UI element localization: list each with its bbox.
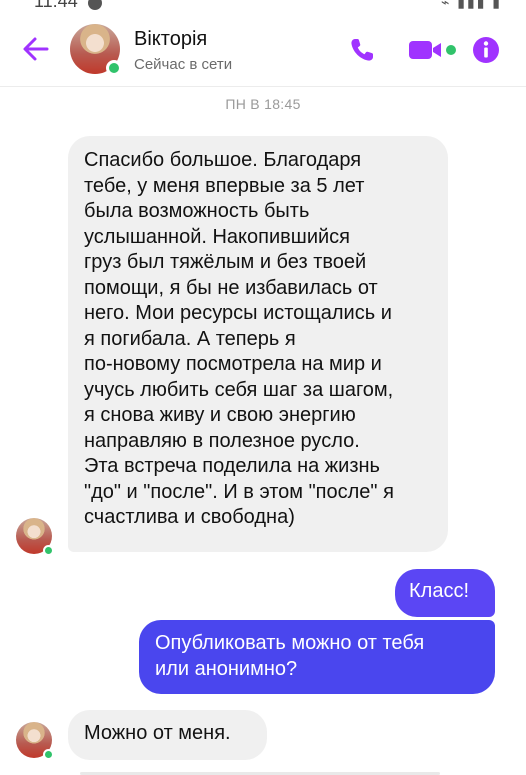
message-line: услышанной. Накопившийся: [84, 225, 350, 248]
sender-avatar[interactable]: [16, 722, 54, 760]
phone-icon: [351, 39, 373, 61]
message-line: я снова живу и свою энергию: [84, 404, 356, 426]
contact-name[interactable]: Вікторія: [134, 28, 207, 51]
message-line: груз был тяжёлым и без твоей: [84, 251, 367, 273]
call-button[interactable]: [348, 36, 376, 64]
incoming-message[interactable]: Можно от меня.: [68, 710, 267, 760]
notification-icon: [88, 0, 102, 10]
info-button[interactable]: [472, 36, 500, 64]
status-time: 11:44: [34, 0, 78, 11]
messenger-chat-screen: 11:44 ⌁ ▮▮▮ ▮ Вікторія Сейчас в сети ПН …: [0, 0, 526, 775]
online-indicator: [43, 545, 54, 556]
message-line: тебе, у меня впервые за 5 лет: [84, 174, 365, 197]
online-indicator: [43, 749, 54, 760]
message-line: направляю в полезное русло.: [84, 429, 360, 452]
message-line: я погибала. А теперь я: [84, 327, 296, 350]
incoming-message[interactable]: Спасибо большое. Благодаря тебе, у меня …: [68, 136, 448, 552]
date-separator: ПН В 18:45: [225, 96, 301, 112]
message-line: помощи, я бы не избавилась от: [84, 276, 378, 299]
back-button[interactable]: [22, 35, 50, 63]
chat-header: Вікторія Сейчас в сети: [0, 12, 526, 87]
message-line: него. Мои ресурсы истощались и: [84, 302, 392, 324]
message-line: или анонимно?: [155, 657, 298, 680]
outgoing-message[interactable]: Класс!: [395, 569, 495, 617]
message-line: по-новому посмотрела на мир и: [84, 353, 382, 375]
signal-icon: ⌁ ▮▮▮ ▮: [440, 0, 502, 10]
message-line: учусь любить себя шаг за шагом,: [84, 378, 394, 401]
info-icon: [473, 37, 499, 63]
message-line: счастлива и свободна): [84, 506, 295, 528]
video-camera-icon: [409, 41, 456, 59]
online-indicator: [106, 60, 122, 76]
message-text: Класс!: [409, 580, 469, 602]
outgoing-message[interactable]: Опубликовать можно от тебя или анонимно?: [139, 620, 495, 694]
contact-status: Сейчас в сети: [134, 56, 233, 73]
contact-avatar[interactable]: [70, 24, 122, 76]
video-call-button[interactable]: [408, 37, 460, 63]
message-line: была возможность быть: [84, 200, 310, 222]
message-text: Можно от меня.: [84, 722, 231, 744]
message-line: "до" и "после". И в этом "после" я: [84, 480, 394, 503]
status-bar: 11:44 ⌁ ▮▮▮ ▮: [0, 0, 526, 12]
back-arrow-icon: [23, 37, 49, 61]
sender-avatar[interactable]: [16, 518, 54, 556]
message-line: Спасибо большое. Благодаря: [84, 149, 362, 171]
message-line: Опубликовать можно от тебя: [155, 632, 425, 654]
message-line: Эта встреча поделила на жизнь: [84, 455, 380, 477]
